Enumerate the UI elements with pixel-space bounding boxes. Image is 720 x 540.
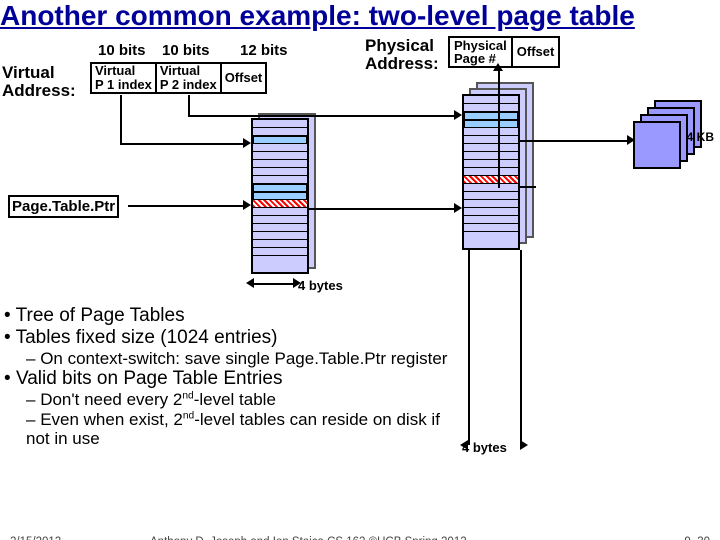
bullet-3: • Valid bits on Page Table Entries <box>4 368 704 390</box>
bullet-3a: – Don't need every 2nd-level table <box>26 390 704 410</box>
l1-page-table <box>251 118 309 274</box>
arrow-va-p1-h <box>120 143 243 145</box>
physical-address-label: Physical Address: <box>365 37 439 73</box>
footer-date: 2/15/2012 <box>10 536 61 540</box>
bullet-list: • Tree of Page Tables • Tables fixed siz… <box>4 305 704 449</box>
page-size-label: 4 KB <box>687 130 714 144</box>
va-bits-2: 10 bits <box>162 42 210 59</box>
arrow-va-p2-v <box>188 95 190 115</box>
arrow-head-4b1-r <box>293 278 301 288</box>
arrow-head-va-p1 <box>243 138 251 148</box>
bullet-1: • Tree of Page Tables <box>4 305 704 327</box>
phys-page <box>633 121 681 169</box>
virtual-address-fields: VirtualP 1 index VirtualP 2 index Offset <box>90 62 267 94</box>
arrow-head-va-p2 <box>454 110 462 120</box>
arrow-head-phys <box>627 135 635 145</box>
arrow-l2-to-pa-v <box>498 70 500 188</box>
arrow-head-ptp <box>243 200 251 210</box>
arrow-l2-to-pa-h <box>518 186 536 188</box>
bullet-3b: – Even when exist, 2nd-level tables can … <box>26 410 466 449</box>
arrow-4b1 <box>254 283 294 285</box>
footer-attribution: Anthony D. Joseph and Ion Stoica CS 162 … <box>150 536 467 540</box>
arrow-l2-to-phys <box>518 140 628 142</box>
bullet-2: • Tables fixed size (1024 entries) <box>4 327 704 349</box>
va-bits-1: 10 bits <box>98 42 146 59</box>
arrow-va-p1-v <box>120 95 122 143</box>
virtual-address-label: Virtual Address: <box>2 64 76 100</box>
arrow-head-l1l2 <box>454 203 462 213</box>
arrow-ptp-to-l1 <box>128 205 243 207</box>
l2-page-table <box>462 94 520 250</box>
arrow-va-p2-h <box>188 115 454 117</box>
arrow-l1-to-l2 <box>307 208 455 210</box>
bullet-2a: – On context-switch: save single Page.Ta… <box>26 349 704 369</box>
page-table-ptr-box: Page.Table.Ptr <box>8 195 119 218</box>
arrow-head-pa <box>493 63 503 71</box>
physical-address-fields: Physical Page # Offset <box>448 36 560 68</box>
va-bits-3: 12 bits <box>240 42 288 59</box>
arrow-head-4b1-l <box>246 278 254 288</box>
entry-size-label-1: 4 bytes <box>298 278 343 293</box>
slide-title: Another common example: two-level page t… <box>0 0 635 32</box>
footer-page: 9. 30 <box>684 536 710 540</box>
